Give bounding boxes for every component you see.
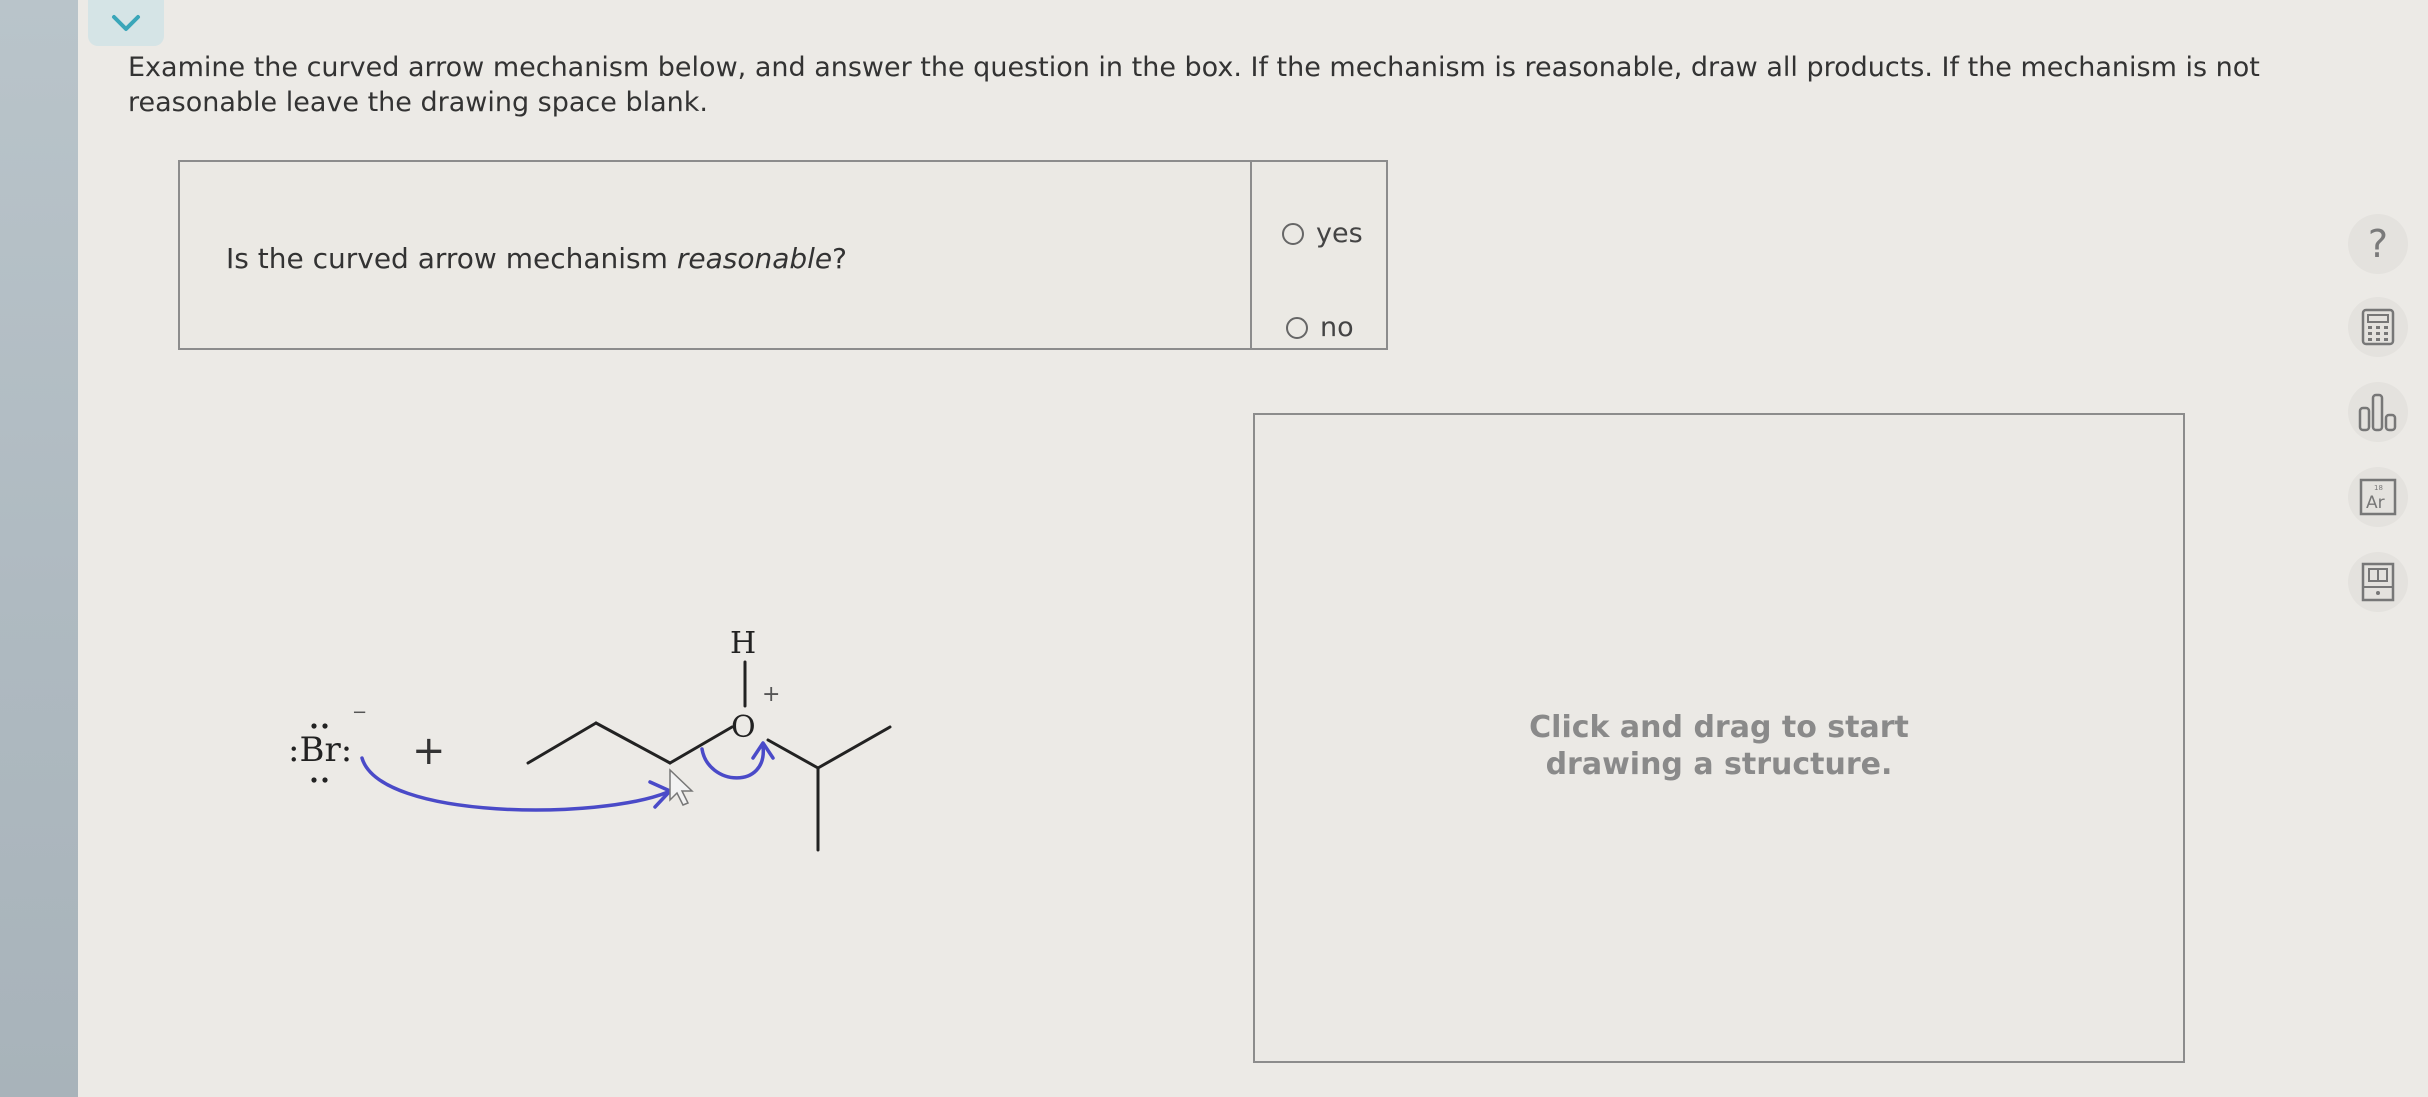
bromide-lone-pair-top: [311, 723, 328, 729]
mechanism-diagram: :Br: − + H O +: [288, 626, 892, 852]
oxygen-charge: +: [762, 682, 780, 707]
mouse-cursor-icon: [669, 768, 694, 806]
question-box: Is the curved arrow mechanism reasonable…: [178, 160, 1388, 350]
periodic-table-number: 18: [2374, 484, 2383, 492]
help-button[interactable]: ?: [2348, 214, 2408, 274]
bromide-lone-pair-bottom: [311, 777, 328, 783]
option-yes[interactable]: yes: [1282, 218, 1363, 249]
bromide-charge: −: [352, 702, 367, 723]
calculator-icon: [2361, 308, 2395, 346]
data-chart-button[interactable]: [2348, 382, 2408, 442]
reference-button[interactable]: [2348, 552, 2408, 612]
left-sidebar-strip: [0, 0, 78, 1097]
help-icon: ?: [2367, 222, 2389, 266]
question-text: Is the curved arrow mechanism reasonable…: [226, 242, 848, 275]
option-yes-label: yes: [1316, 218, 1363, 249]
periodic-table-icon: 18 Ar: [2359, 478, 2397, 516]
collapse-toggle-button[interactable]: [88, 0, 164, 46]
bar-chart-icon: [2358, 393, 2397, 432]
curved-arrow-bromide-attack: [360, 756, 672, 812]
answer-options: yes no: [1250, 162, 1390, 348]
hydrogen-atom: H: [730, 626, 756, 661]
drawing-canvas[interactable]: Click and drag to start drawing a struct…: [1253, 413, 2185, 1063]
curved-arrow-bond-break: [700, 741, 775, 780]
alkyl-oxonium-skeleton: [526, 660, 892, 852]
option-no[interactable]: no: [1286, 312, 1354, 343]
option-no-label: no: [1320, 312, 1354, 343]
radio-yes[interactable]: [1282, 222, 1304, 245]
periodic-table-button[interactable]: 18 Ar: [2348, 467, 2408, 527]
bromide-ion: :Br:: [288, 730, 352, 770]
radio-no[interactable]: [1286, 316, 1308, 339]
chevron-down-icon: [112, 15, 140, 31]
reference-book-icon: [2361, 562, 2395, 602]
oxygen-atom: O: [731, 710, 756, 745]
periodic-table-symbol: Ar: [2366, 493, 2385, 513]
instructions-text: Examine the curved arrow mechanism below…: [128, 52, 2260, 118]
drawing-prompt: Click and drag to start drawing a struct…: [1529, 710, 1909, 782]
plus-sign: +: [412, 728, 446, 774]
calculator-button[interactable]: [2348, 297, 2408, 357]
